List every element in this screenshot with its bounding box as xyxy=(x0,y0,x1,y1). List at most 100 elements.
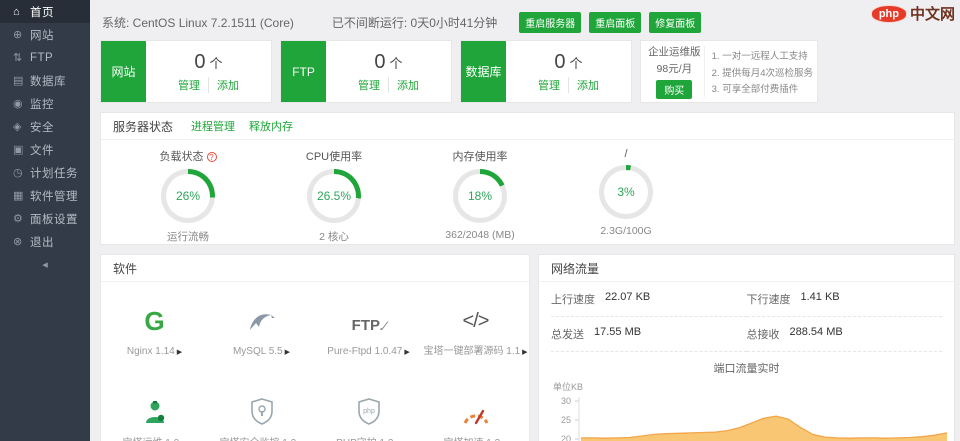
ftp-count: 0 xyxy=(374,50,386,73)
traffic-area-chart: 30252015105 xyxy=(561,396,948,441)
promo-feature: 1. 一对一远程人工支持 xyxy=(711,51,808,62)
sidebar-item-monitor[interactable]: ◉ 监控 xyxy=(0,92,90,115)
website-tag: 网站 xyxy=(101,41,146,102)
software-item-ops[interactable]: 宝塔运维 1.0▶ xyxy=(101,374,208,441)
nginx-icon: G xyxy=(144,305,165,336)
gauge-desc: 362/2048 (MB) xyxy=(445,229,515,241)
sidebar-item-logout[interactable]: ⊗ 退出 xyxy=(0,230,90,253)
expand-arrow-icon: ▶ xyxy=(404,348,410,356)
ftp-manage-link[interactable]: 管理 xyxy=(350,77,388,93)
sidebar-item-ftp[interactable]: ⇅ FTP xyxy=(0,46,90,69)
chart-unit-label: 单位KB xyxy=(553,382,584,392)
expand-arrow-icon: ▶ xyxy=(176,348,183,356)
load-gauge: 负载状态? 26% 运行流畅 xyxy=(115,148,261,244)
expand-arrow-icon: ▶ xyxy=(522,349,528,356)
sidebar-item-files[interactable]: ▣ 文件 xyxy=(0,138,90,161)
disk-donut: 3% xyxy=(599,165,653,219)
gauge-label: 负载状态 xyxy=(159,151,204,163)
database-add-link[interactable]: 添加 xyxy=(568,76,607,93)
stat-value: 288.54 MB xyxy=(789,326,843,338)
restart-server-button[interactable]: 重启服务器 xyxy=(519,12,582,33)
stat-value: 22.07 KB xyxy=(605,291,651,303)
sidebar-item-label: 计划任务 xyxy=(30,167,78,180)
svg-text:php: php xyxy=(363,408,375,415)
gauge-value: 26% xyxy=(166,174,210,218)
cpu-gauge: CPU使用率 26.5% 2 核心 xyxy=(261,148,407,244)
gauge-value: 3% xyxy=(604,170,648,214)
promo-feature: 3. 可享全部付费插件 xyxy=(711,84,799,95)
speedometer-icon xyxy=(463,409,488,425)
traffic-chart-title: 端口流量实时 xyxy=(713,363,780,375)
file-icon: ▣ xyxy=(13,144,24,156)
software-title: 软件 xyxy=(113,261,138,276)
system-info-text: 系统: CentOS Linux 7.2.1511 (Core) xyxy=(102,16,294,30)
sidebar-item-label: 监控 xyxy=(30,98,54,111)
network-card: 网络流量 上行速度 22.07 KB 下行速度 1.41 KB 总发送 17.5… xyxy=(538,254,955,441)
ftp-add-link[interactable]: 添加 xyxy=(388,76,427,93)
promo-title: 企业运维版 xyxy=(648,46,701,58)
memory-gauge: 内存使用率 18% 362/2048 (MB) xyxy=(407,148,553,244)
sidebar-item-home[interactable]: ⌂ 首页 xyxy=(0,0,90,23)
software-item-deploy[interactable]: </> 宝塔一键部署源码 1.1 ▶ xyxy=(422,282,529,374)
enterprise-promo-card: 企业运维版 98元/月 购买 1. 一对一远程人工支持 2. 提供每月4次巡检服… xyxy=(640,40,818,103)
php-shield-icon: php xyxy=(357,398,380,425)
software-item-mysql[interactable]: MySQL 5.5 ▶ xyxy=(208,282,315,374)
gauge-desc: 2 核心 xyxy=(319,231,349,243)
restart-panel-button[interactable]: 重启面板 xyxy=(589,12,642,33)
database-count: 0 xyxy=(554,50,566,73)
software-item-pureftpd[interactable]: FTP.∕ Pure-Ftpd 1.0.47 ▶ xyxy=(315,282,422,374)
sidebar-collapse-button[interactable]: ◂ xyxy=(0,253,90,275)
shield-icon: ◈ xyxy=(13,121,22,133)
expand-arrow-icon: ▶ xyxy=(284,348,291,356)
upstream-speed: 上行速度 22.07 KB xyxy=(551,282,747,317)
load-donut: 26% xyxy=(161,169,215,223)
website-add-link[interactable]: 添加 xyxy=(208,76,247,93)
sidebar-item-database[interactable]: ▤ 数据库 xyxy=(0,69,90,92)
sidebar-item-software[interactable]: ▦ 软件管理 xyxy=(0,184,90,207)
sidebar-item-settings[interactable]: ⚙ 面板设置 xyxy=(0,207,90,230)
stat-value: 1.41 KB xyxy=(800,291,840,303)
gauge-desc: 运行流畅 xyxy=(167,231,209,243)
sidebar-item-label: 面板设置 xyxy=(30,213,78,226)
gauge-label: / xyxy=(624,148,628,160)
sidebar: ⌂ 首页 ⊕ 网站 ⇅ FTP ▤ 数据库 ◉ 监控 ◈ 安全 ▣ 文件 ◷ 计… xyxy=(0,0,90,441)
total-received: 总接收 288.54 MB xyxy=(746,317,942,352)
website-manage-link[interactable]: 管理 xyxy=(170,77,208,93)
memory-donut: 18% xyxy=(453,169,507,223)
database-icon: ▤ xyxy=(13,75,24,87)
sidebar-item-website[interactable]: ⊕ 网站 xyxy=(0,23,90,46)
stat-label: 上行速度 xyxy=(551,294,595,306)
gauge-desc: 2.3G/100G xyxy=(600,225,652,237)
software-card: 软件 G Nginx 1.14 ▶ MySQL 5.5 ▶ FTP.∕ Pure-F… xyxy=(100,254,530,441)
software-item-nginx[interactable]: G Nginx 1.14 ▶ xyxy=(101,282,208,374)
database-manage-link[interactable]: 管理 xyxy=(530,77,568,93)
sidebar-item-label: 首页 xyxy=(30,6,54,19)
gear-icon: ⚙ xyxy=(13,213,23,225)
sidebar-item-label: 安全 xyxy=(30,121,54,134)
ftp-stat-card: FTP 0个 管理 添加 xyxy=(280,40,452,103)
sidebar-item-cron[interactable]: ◷ 计划任务 xyxy=(0,161,90,184)
svg-text:25: 25 xyxy=(561,415,571,425)
software-item-label: Nginx 1.14 xyxy=(126,345,175,357)
count-unit: 个 xyxy=(389,55,403,71)
software-item-label: MySQL 5.5 xyxy=(232,345,283,357)
security-shield-icon xyxy=(250,398,273,425)
repair-panel-button[interactable]: 修复面板 xyxy=(649,12,702,33)
promo-price: 98元/月 xyxy=(656,63,693,75)
count-unit: 个 xyxy=(569,55,583,71)
software-item-security[interactable]: 宝塔安全监控 1.2▶ xyxy=(208,374,315,441)
php-cn-logo: php 中文网 xyxy=(870,3,955,24)
server-status-card: 服务器状态 进程管理 释放内存 负载状态? 26% 运行流畅 CPU使用率 26… xyxy=(100,112,955,245)
sidebar-item-security[interactable]: ◈ 安全 xyxy=(0,115,90,138)
promo-buy-button[interactable]: 购买 xyxy=(656,80,693,99)
sidebar-item-label: 软件管理 xyxy=(30,190,78,203)
uptime-text: 已不间断运行: 0天0小时41分钟 xyxy=(331,16,498,30)
software-item-phpguard[interactable]: php PHP守护 1.2▶ xyxy=(315,374,422,441)
sidebar-item-label: FTP xyxy=(30,51,54,64)
top-status-bar: 系统: CentOS Linux 7.2.1511 (Core) 已不间断运行:… xyxy=(102,12,702,33)
process-manage-link[interactable]: 进程管理 xyxy=(191,118,235,134)
help-icon[interactable]: ? xyxy=(206,152,217,162)
sidebar-item-label: 文件 xyxy=(30,144,54,157)
software-item-speed[interactable]: 宝塔加速 1.3▶ xyxy=(422,374,529,441)
release-memory-link[interactable]: 释放内存 xyxy=(249,118,293,134)
